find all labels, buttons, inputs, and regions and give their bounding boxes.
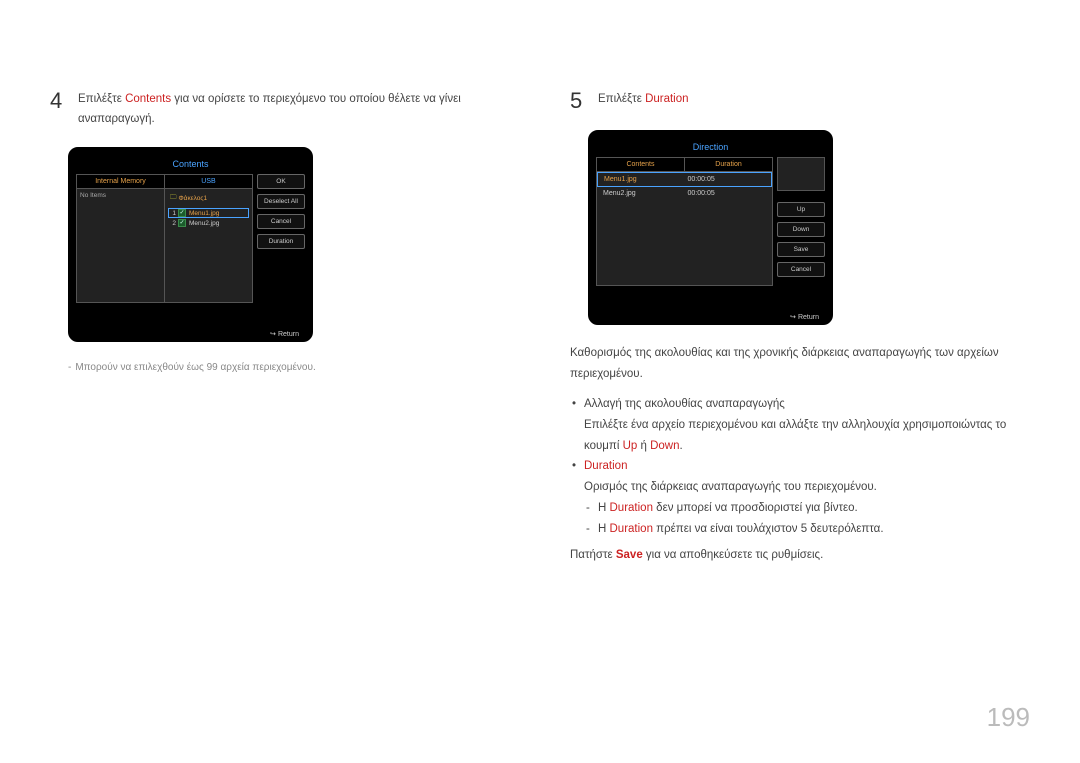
file2-num: 2	[169, 220, 176, 227]
file1-name: Menu1.jpg	[188, 210, 248, 217]
file-row-2[interactable]: 2 ✓ Menu2.jpg	[168, 218, 249, 228]
device2-list: Menu1.jpg 00:00:05 Menu2.jpg 00:00:05	[596, 171, 773, 286]
left-column: 4 Επιλέξτε Contents για να ορίσετε το πε…	[50, 90, 510, 576]
device1-panel: No Items 🗀 Φάκελος1 1 ✓ Menu1.jpg	[76, 188, 253, 303]
return-label-2: Return	[798, 314, 819, 321]
step5-pre: Επιλέξτε	[598, 93, 645, 105]
d2-r2c1: Menu2.jpg	[597, 187, 688, 200]
d2-row-1[interactable]: Menu1.jpg 00:00:05	[597, 172, 772, 187]
d2-r1c2: 00:00:05	[688, 173, 772, 186]
dash-line-2: Η Duration πρέπει να είναι τουλάχιστον 5…	[570, 519, 1030, 540]
file-row-1[interactable]: 1 ✓ Menu1.jpg	[168, 208, 249, 218]
return-label: Return	[278, 331, 299, 338]
d2-r1c1: Menu1.jpg	[598, 173, 688, 186]
device1-tabs: Internal Memory USB	[76, 174, 253, 188]
cancel-button[interactable]: Cancel	[257, 214, 305, 229]
bullet-sequence: Αλλαγή της ακολουθίας αναπαραγωγής	[570, 394, 1030, 415]
footnote-text: Μπορούν να επιλεχθούν έως 99 αρχεία περι…	[75, 362, 315, 373]
up-button[interactable]: Up	[777, 202, 825, 217]
device1-title: Contents	[76, 155, 305, 174]
d2a: Η	[598, 523, 610, 535]
col-duration: Duration	[685, 158, 772, 171]
step4-pre: Επιλέξτε	[78, 93, 125, 105]
device2-panels: Contents Duration Menu1.jpg 00:00:05 Men…	[596, 157, 773, 309]
file1-num: 1	[169, 210, 176, 217]
device2-title: Direction	[596, 138, 825, 157]
duration-button[interactable]: Duration	[257, 234, 305, 249]
device-contents: Contents Internal Memory USB No Items 🗀	[68, 147, 313, 342]
step5-red: Duration	[645, 93, 688, 105]
device1-return[interactable]: ↩Return	[76, 326, 305, 338]
fp-red: Save	[616, 549, 643, 561]
bullet-sequence-sub: Επιλέξτε ένα αρχείο περιεχομένου και αλλ…	[570, 415, 1030, 456]
tab-internal-memory[interactable]: Internal Memory	[77, 175, 165, 188]
cancel-button-2[interactable]: Cancel	[777, 262, 825, 277]
tab-usb[interactable]: USB	[165, 175, 252, 188]
d1a: Η	[598, 502, 610, 514]
save-button[interactable]: Save	[777, 242, 825, 257]
return-icon: ↩	[270, 330, 276, 338]
step-4: 4 Επιλέξτε Contents για να ορίσετε το πε…	[50, 90, 510, 129]
no-items-label: No Items	[80, 192, 106, 199]
d2r: Duration	[610, 523, 653, 535]
file1-check-icon: ✓	[178, 209, 186, 217]
dash-line-1: Η Duration δεν μπορεί να προσδιοριστεί γ…	[570, 498, 1030, 519]
d1r: Duration	[610, 502, 653, 514]
step-5: 5 Επιλέξτε Duration	[570, 90, 1030, 112]
b1-end: .	[680, 440, 683, 452]
footnote: -Μπορούν να επιλεχθούν έως 99 αρχεία περ…	[68, 360, 510, 376]
b2-label: Duration	[584, 460, 627, 472]
device2-side-buttons: Up Down Save Cancel	[777, 157, 825, 309]
d2-row-2[interactable]: Menu2.jpg 00:00:05	[597, 187, 772, 200]
bullet-duration-sub: Ορισμός της διάρκειας αναπαραγωγής του π…	[570, 477, 1030, 498]
step4-red: Contents	[125, 93, 171, 105]
folder-icon: 🗀	[170, 193, 177, 204]
device2-return[interactable]: ↩Return	[596, 309, 825, 321]
file2-check-icon: ✓	[178, 219, 186, 227]
panel-col-right: 🗀 Φάκελος1 1 ✓ Menu1.jpg 2 ✓	[165, 189, 252, 302]
device-direction: Direction Contents Duration Menu1.jpg 00…	[588, 130, 833, 325]
device1-side-buttons: OK Deselect All Cancel Duration	[257, 174, 305, 326]
ok-button[interactable]: OK	[257, 174, 305, 189]
panel-col-left: No Items	[77, 189, 165, 302]
folder-name: Φάκελος1	[179, 195, 208, 202]
file2-name: Menu2.jpg	[188, 220, 248, 227]
preview-thumbnail	[777, 157, 825, 191]
page-number: 199	[987, 702, 1030, 733]
bullet-duration: Duration	[570, 456, 1030, 477]
device2-header: Contents Duration	[596, 157, 773, 171]
fp-post: για να αποθηκεύσετε τις ρυθμίσεις.	[643, 549, 824, 561]
step-4-text: Επιλέξτε Contents για να ορίσετε το περι…	[78, 90, 510, 129]
final-paragraph: Πατήστε Save για να αποθηκεύσετε τις ρυθ…	[570, 545, 1030, 566]
folder-row[interactable]: 🗀 Φάκελος1	[168, 192, 249, 208]
down-button[interactable]: Down	[777, 222, 825, 237]
b1-up: Up	[623, 440, 638, 452]
footnote-dash: -	[68, 362, 71, 373]
d1p: δεν μπορεί να προσδιοριστεί για βίντεο.	[653, 502, 858, 514]
d2-r2c2: 00:00:05	[688, 187, 773, 200]
fp-pre: Πατήστε	[570, 549, 616, 561]
b1-down: Down	[650, 440, 679, 452]
b1-or: ή	[637, 440, 650, 452]
step-4-number: 4	[50, 90, 68, 129]
col-contents: Contents	[597, 158, 685, 171]
right-column: 5 Επιλέξτε Duration Direction Contents D…	[570, 90, 1030, 576]
d2p: πρέπει να είναι τουλάχιστον 5 δευτερόλεπ…	[653, 523, 884, 535]
step-5-number: 5	[570, 90, 588, 112]
paragraph-1: Καθορισμός της ακολουθίας και της χρονικ…	[570, 343, 1030, 384]
step-5-text: Επιλέξτε Duration	[598, 90, 689, 112]
return-icon-2: ↩	[790, 313, 796, 321]
device1-panels: Internal Memory USB No Items 🗀 Φάκελος1	[76, 174, 253, 326]
deselect-all-button[interactable]: Deselect All	[257, 194, 305, 209]
